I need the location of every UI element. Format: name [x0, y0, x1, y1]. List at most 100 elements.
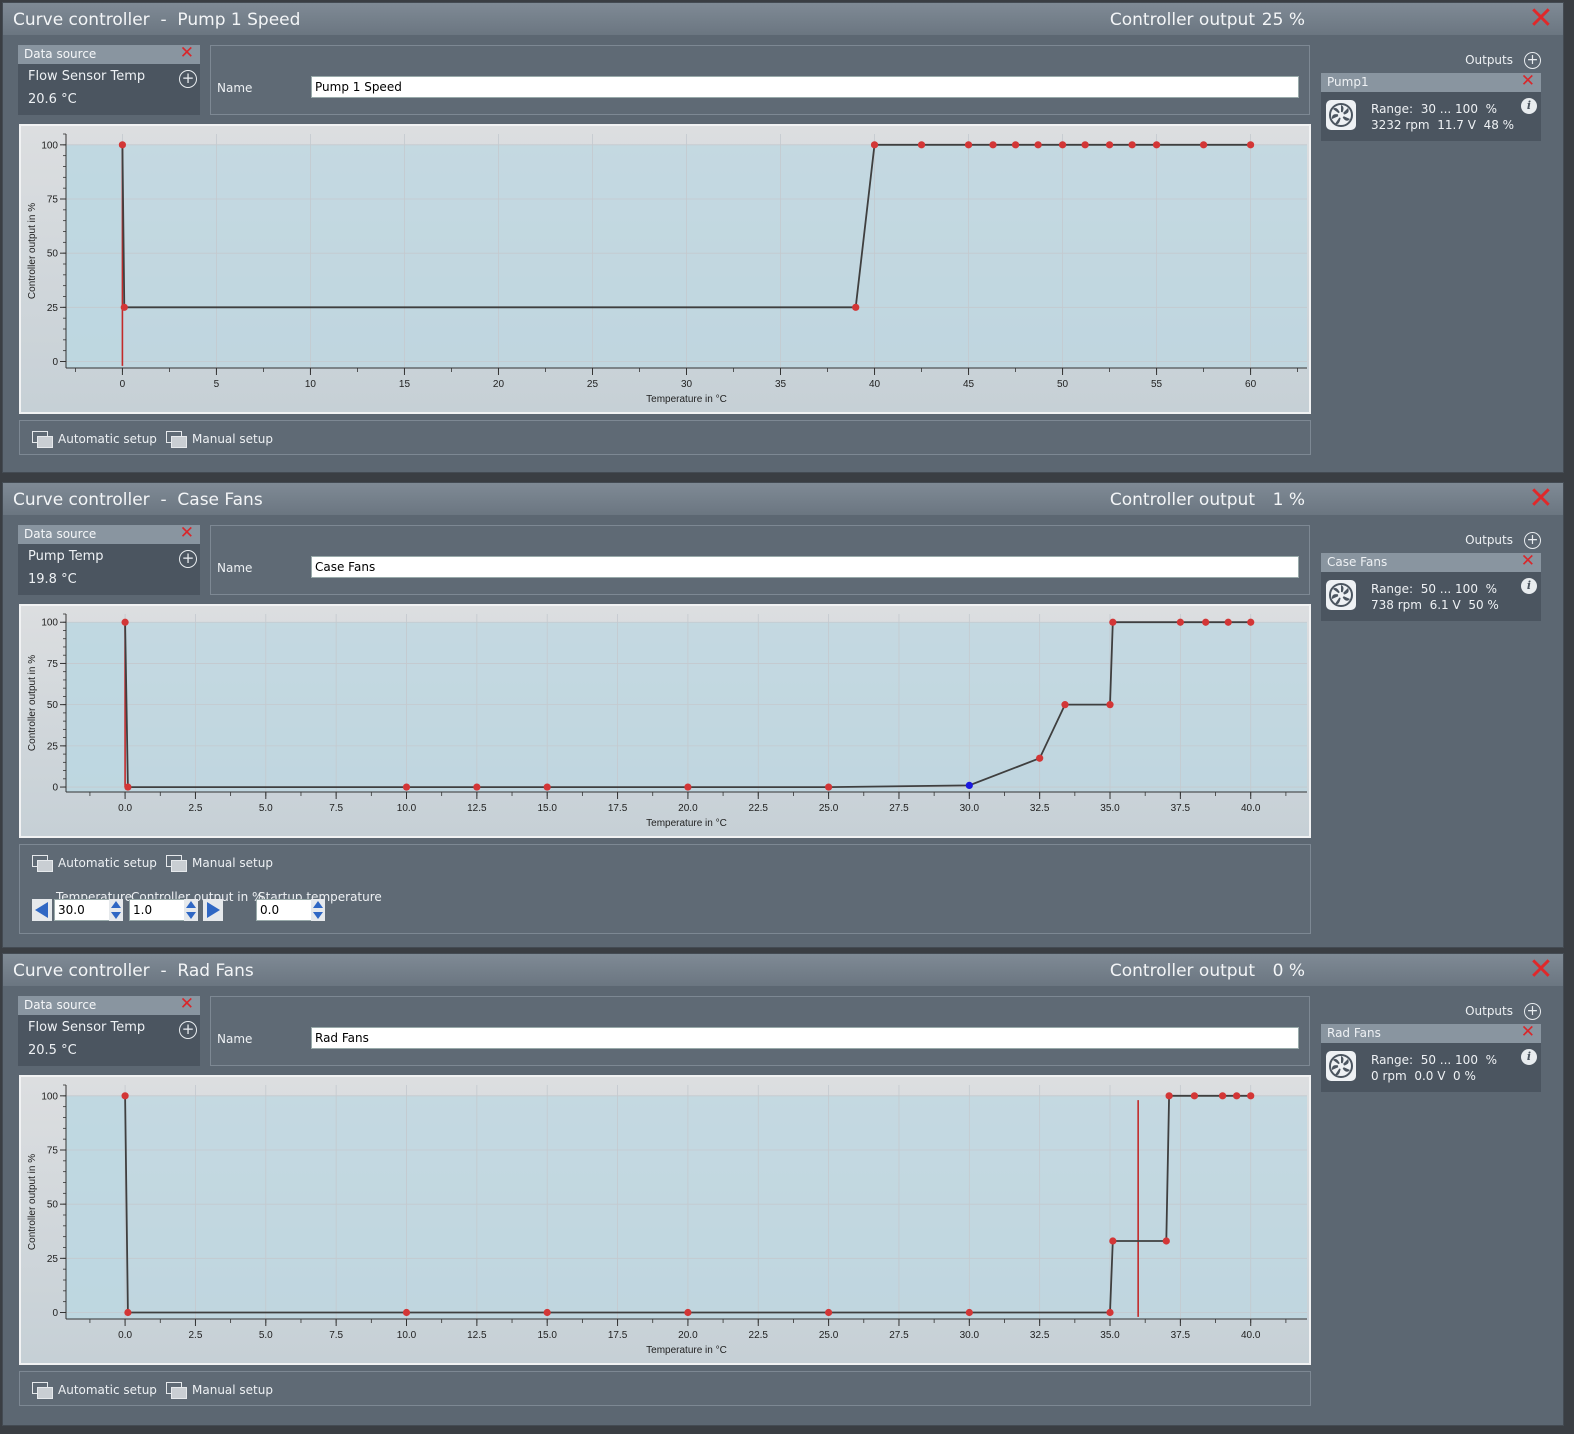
y-tick-label: 50 — [47, 700, 59, 711]
curve-chart[interactable]: 0.0 2.5 5.0 7.5 10.0 12.5 15.0 17.5 20.0 22.5 25.0… — [19, 1075, 1311, 1365]
area-fill — [66, 1095, 126, 1319]
y-axis-label: Controller output in % — [27, 655, 38, 751]
outputs-label: Outputs — [1465, 53, 1513, 67]
close-icon[interactable]: ✕ — [1527, 4, 1555, 34]
x-tick-label: 30.0 — [960, 803, 980, 814]
data-source-sensor[interactable]: Flow Sensor Temp — [28, 69, 145, 84]
output-percent-stepper[interactable] — [184, 899, 198, 921]
remove-source-icon[interactable]: ✕ — [180, 524, 194, 543]
manual-setup-button[interactable]: Manual setup — [166, 853, 273, 873]
x-tick-label: 22.5 — [749, 803, 769, 814]
x-tick-label: 37.5 — [1171, 1330, 1191, 1341]
fan-icon — [1326, 1051, 1356, 1081]
curve-chart-svg[interactable]: 0.0 2.5 5.0 7.5 10.0 12.5 15.0 17.5 20.0 22.5 25.0… — [21, 1077, 1309, 1363]
curve-point — [870, 141, 879, 149]
close-icon[interactable]: ✕ — [1527, 955, 1555, 985]
startup-temperature-input[interactable] — [256, 899, 312, 921]
curve-point — [1152, 141, 1161, 149]
curve-chart[interactable]: 0 5 10 15 20 25 30 35 40 45 50 55 60 0 25 50 75 100 Temper… — [19, 124, 1311, 414]
name-box: Name — [210, 996, 1310, 1066]
curve-point — [118, 141, 127, 149]
curve-point — [1176, 618, 1184, 626]
y-tick-label: 0 — [52, 357, 58, 368]
remove-output-icon[interactable]: ✕ — [1521, 72, 1535, 91]
temperature-input[interactable] — [54, 899, 110, 921]
name-label: Name — [217, 1032, 253, 1046]
startup-temperature-stepper[interactable] — [311, 899, 325, 921]
remove-output-icon[interactable]: ✕ — [1521, 552, 1535, 571]
curve-chart-svg[interactable]: 0 5 10 15 20 25 30 35 40 45 50 55 60 0 25 50 75 100 Temper… — [21, 126, 1309, 412]
add-output-icon[interactable]: + — [1524, 1003, 1541, 1020]
curve-point — [120, 303, 128, 311]
info-icon[interactable]: i — [1521, 98, 1537, 114]
controller-output-label: Controller output — [1109, 961, 1255, 981]
curve-point — [825, 783, 833, 791]
curve-chart-svg[interactable]: 0.0 2.5 5.0 7.5 10.0 12.5 15.0 17.5 20.0 22.5 25.0… — [21, 606, 1309, 836]
remove-source-icon[interactable]: ✕ — [180, 995, 194, 1014]
output-card[interactable]: Pump1 ✕ Range: 30 ... 100 % 3232 rpm 11.… — [1321, 72, 1541, 141]
x-tick-label: 7.5 — [329, 803, 343, 814]
x-tick-label: 20 — [493, 379, 505, 390]
curve-point — [1233, 1092, 1241, 1100]
controller-output-value: 25 % — [1261, 10, 1305, 30]
manual-setup-button[interactable]: Manual setup — [166, 1380, 273, 1400]
x-tick-label: 35.0 — [1100, 803, 1120, 814]
add-output-icon[interactable]: + — [1524, 52, 1541, 69]
curve-chart[interactable]: 0.0 2.5 5.0 7.5 10.0 12.5 15.0 17.5 20.0 22.5 25.0… — [19, 604, 1311, 838]
data-source-sensor[interactable]: Flow Sensor Temp — [28, 1020, 145, 1035]
add-source-icon[interactable]: + — [179, 550, 197, 568]
next-point-button[interactable] — [203, 899, 223, 921]
temperature-stepper[interactable] — [109, 899, 123, 921]
x-tick-label: 25 — [587, 379, 599, 390]
close-icon[interactable]: ✕ — [1527, 484, 1555, 514]
curve-point — [543, 783, 551, 791]
output-name: Case Fans — [1327, 555, 1388, 569]
output-range: Range: 30 ... 100 % — [1371, 102, 1497, 116]
curve-point — [1162, 1237, 1170, 1245]
output-percent-input[interactable] — [129, 899, 185, 921]
remove-source-icon[interactable]: ✕ — [180, 44, 194, 63]
output-stats: 3232 rpm 11.7 V 48 % — [1371, 118, 1515, 132]
y-tick-label: 50 — [47, 1200, 59, 1211]
curve-point — [852, 303, 860, 311]
output-name: Rad Fans — [1327, 1026, 1381, 1040]
automatic-setup-button[interactable]: Automatic setup — [32, 853, 157, 873]
y-tick-label: 25 — [47, 303, 59, 314]
x-tick-label: 32.5 — [1030, 803, 1050, 814]
automatic-setup-label: Automatic setup — [58, 432, 157, 446]
output-card[interactable]: Rad Fans ✕ Range: 50 ... 100 % 0 rpm 0.0… — [1321, 1023, 1541, 1092]
add-source-icon[interactable]: + — [179, 70, 197, 88]
add-output-icon[interactable]: + — [1524, 532, 1541, 549]
fan-icon — [1326, 100, 1356, 130]
controller-output-label: Controller output — [1109, 490, 1255, 510]
x-tick-label: 37.5 — [1171, 803, 1191, 814]
add-source-icon[interactable]: + — [179, 1021, 197, 1039]
output-range: Range: 50 ... 100 % — [1371, 582, 1497, 596]
info-icon[interactable]: i — [1521, 578, 1537, 594]
automatic-setup-button[interactable]: Automatic setup — [32, 429, 157, 449]
previous-point-button[interactable] — [32, 899, 52, 921]
data-source-header: Data source ✕ — [18, 44, 200, 64]
remove-output-icon[interactable]: ✕ — [1521, 1023, 1535, 1042]
y-axis-label: Controller output in % — [27, 1154, 38, 1250]
name-input[interactable] — [311, 1027, 1299, 1049]
automatic-setup-button[interactable]: Automatic setup — [32, 1380, 157, 1400]
curve-point — [1190, 1092, 1199, 1100]
curve-point — [402, 783, 411, 791]
curve-point — [1247, 618, 1255, 626]
window-icon — [32, 855, 53, 872]
curve-point — [964, 141, 973, 149]
y-tick-label: 100 — [41, 1091, 58, 1102]
manual-setup-button[interactable]: Manual setup — [166, 429, 273, 449]
name-input[interactable] — [311, 556, 1299, 578]
info-icon[interactable]: i — [1521, 1049, 1537, 1065]
name-input[interactable] — [311, 76, 1299, 98]
output-card[interactable]: Case Fans ✕ Range: 50 ... 100 % 738 rpm … — [1321, 552, 1541, 621]
area-fill — [66, 144, 123, 368]
panel-title-bar: Curve controller - Pump 1 Speed Controll… — [3, 3, 1563, 35]
data-source-sensor[interactable]: Pump Temp — [28, 549, 104, 564]
manual-setup-label: Manual setup — [192, 1383, 273, 1397]
curve-point — [1218, 1092, 1227, 1100]
curve-point — [121, 1092, 129, 1100]
y-tick-label: 75 — [47, 195, 59, 206]
